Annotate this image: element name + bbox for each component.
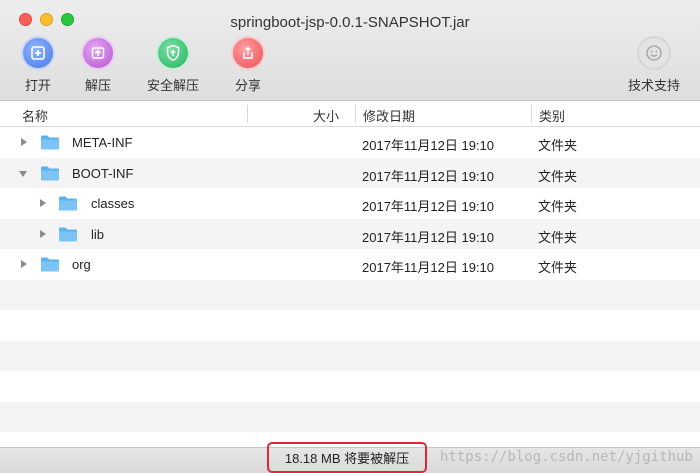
column-modified[interactable]: 修改日期	[363, 106, 415, 125]
row-name: META-INF	[72, 135, 133, 150]
row-kind: 文件夹	[538, 168, 578, 184]
folder-icon	[59, 196, 77, 211]
empty-row	[0, 371, 700, 402]
extract-button[interactable]: 解压	[58, 38, 138, 94]
row-name: classes	[91, 196, 135, 211]
row-name: BOOT-INF	[72, 165, 134, 181]
row-kind: 文件夹	[538, 229, 578, 245]
empty-row	[0, 401, 700, 432]
safe-extract-label: 安全解压	[146, 78, 199, 93]
extract-icon	[83, 38, 113, 68]
row-name: org	[72, 257, 91, 272]
extract-size-status: 18.18 MB 将要被解压	[267, 442, 427, 473]
row-date: 2017年11月12日 19:10	[362, 168, 495, 184]
column-header: 名称 大小 修改日期 类别	[0, 101, 700, 127]
folder-icon	[59, 227, 77, 241]
extract-label: 解压	[84, 78, 111, 93]
share-button[interactable]: 分享	[208, 38, 288, 94]
disclosure-triangle-icon[interactable]	[40, 199, 46, 207]
column-separator	[247, 105, 248, 123]
column-separator	[355, 105, 356, 123]
support-smiley-icon	[639, 38, 669, 68]
support-label: 技术支持	[627, 78, 680, 93]
share-icon	[233, 38, 263, 68]
window-title: springboot-jsp-0.0.1-SNAPSHOT.jar	[230, 14, 470, 31]
column-separator	[531, 105, 532, 123]
table-row[interactable]: org 2017年11月12日 19:10 文件夹	[0, 249, 700, 280]
title-bar: springboot-jsp-0.0.1-SNAPSHOT.jar 打开 解压 …	[0, 0, 700, 101]
disclosure-triangle-icon[interactable]	[40, 229, 46, 238]
share-label: 分享	[234, 78, 261, 93]
empty-row	[0, 279, 700, 310]
table-row[interactable]: lib 2017年11月12日 19:10 文件夹	[0, 218, 700, 249]
safe-extract-button[interactable]: 安全解压	[133, 38, 213, 94]
tech-support-button[interactable]: 技术支持	[614, 38, 694, 94]
status-text: 18.18 MB 将要被解压	[284, 451, 410, 466]
column-size[interactable]: 大小	[313, 106, 339, 125]
shield-icon	[158, 38, 188, 68]
folder-icon	[41, 166, 59, 180]
disclosure-triangle-icon[interactable]	[21, 260, 27, 268]
watermark: https://blog.csdn.net/yjgithub	[440, 449, 693, 465]
row-date: 2017年11月12日 19:10	[362, 138, 495, 153]
file-list: META-INF 2017年11月12日 19:10 文件夹 BOOT-INF …	[0, 127, 700, 280]
row-date: 2017年11月12日 19:10	[362, 260, 495, 275]
folder-icon	[41, 135, 59, 150]
empty-row	[0, 310, 700, 341]
folder-icon	[41, 257, 59, 272]
column-name[interactable]: 名称	[22, 106, 48, 125]
table-row[interactable]: BOOT-INF 2017年11月12日 19:10 文件夹	[0, 157, 700, 188]
column-kind[interactable]: 类别	[539, 106, 565, 125]
open-icon	[23, 38, 53, 68]
disclosure-triangle-icon[interactable]	[21, 138, 27, 146]
table-row[interactable]: META-INF 2017年11月12日 19:10 文件夹	[0, 127, 700, 158]
table-row[interactable]: classes 2017年11月12日 19:10 文件夹	[0, 188, 700, 219]
empty-row	[0, 340, 700, 371]
row-kind: 文件夹	[538, 199, 578, 214]
row-name: lib	[91, 226, 105, 242]
disclosure-triangle-icon[interactable]	[19, 170, 27, 177]
row-date: 2017年11月12日 19:10	[362, 199, 495, 214]
row-kind: 文件夹	[538, 260, 578, 275]
row-kind: 文件夹	[538, 138, 578, 153]
row-date: 2017年11月12日 19:10	[362, 229, 495, 245]
